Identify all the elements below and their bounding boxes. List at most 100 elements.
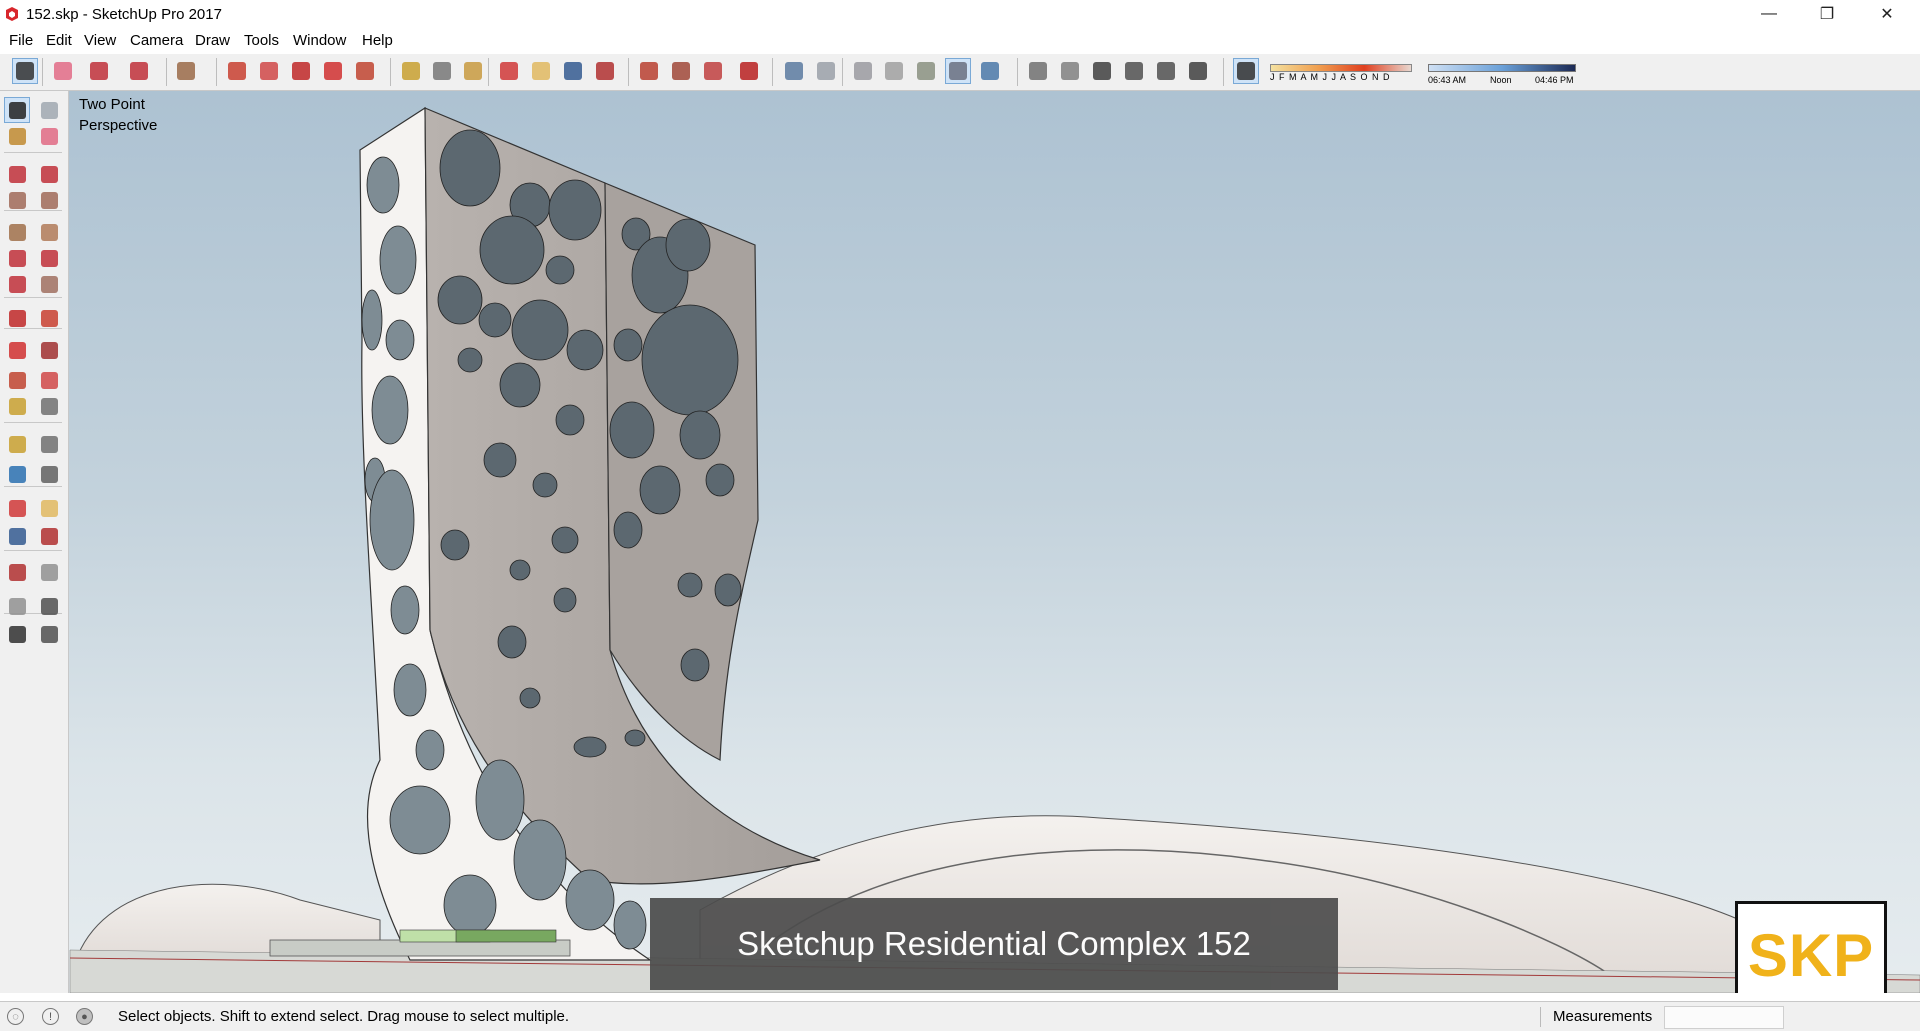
rotate-button[interactable]	[4, 337, 30, 363]
previous-view-button[interactable]	[36, 559, 62, 585]
zoom-window-button[interactable]	[36, 523, 62, 549]
menu-file[interactable]: File	[7, 32, 35, 49]
freehand-button[interactable]	[36, 161, 62, 187]
shaded-style-button[interactable]	[913, 58, 939, 84]
scale-button[interactable]	[4, 367, 30, 393]
arc-tool-button[interactable]	[126, 58, 152, 84]
follow-me-icon	[40, 341, 58, 359]
toolbar-separator	[1223, 58, 1224, 86]
tape-measure-button[interactable]	[4, 393, 30, 419]
zoom-extents-button[interactable]	[592, 58, 618, 84]
extension-warehouse-button[interactable]	[700, 58, 726, 84]
close-button[interactable]: ✕	[1858, 0, 1916, 28]
model-viewport[interactable]: Two Point Perspective Sketchup Residenti…	[69, 91, 1920, 993]
monochrome-style-button[interactable]	[977, 58, 1003, 84]
share-model-button[interactable]	[668, 58, 694, 84]
camera-mode-label: Two Point Perspective	[79, 94, 157, 136]
section-plane-button[interactable]	[36, 621, 62, 647]
iso-view-button[interactable]	[1025, 58, 1051, 84]
toolbar-separator	[1017, 58, 1018, 86]
eraser-button[interactable]	[36, 123, 62, 149]
line-button[interactable]	[4, 161, 30, 187]
backedges-style-button[interactable]	[813, 58, 839, 84]
menu-view[interactable]: View	[82, 32, 118, 49]
left-view-button[interactable]	[1185, 58, 1211, 84]
top-view-button[interactable]	[1057, 58, 1083, 84]
back-view-button[interactable]	[1153, 58, 1179, 84]
move-button[interactable]	[4, 305, 30, 331]
move-tool-button[interactable]	[288, 58, 314, 84]
paint-bucket-button[interactable]	[4, 123, 30, 149]
menu-edit[interactable]: Edit	[44, 32, 74, 49]
offset-button[interactable]	[36, 367, 62, 393]
follow-me-button[interactable]	[36, 337, 62, 363]
two-point-arc-button[interactable]	[36, 245, 62, 271]
menu-draw[interactable]: Draw	[193, 32, 232, 49]
shaded-textures-style-button[interactable]	[945, 58, 971, 84]
ruby-console-button[interactable]	[736, 58, 762, 84]
paint-bucket-button[interactable]	[460, 58, 486, 84]
text-button[interactable]	[36, 431, 62, 457]
rotate-tool-button[interactable]	[320, 58, 346, 84]
zoom-icon	[8, 527, 26, 545]
hidden-line-style-button[interactable]	[881, 58, 907, 84]
tape-measure-button[interactable]	[398, 58, 424, 84]
shadows-toggle-button[interactable]	[1233, 58, 1259, 84]
push-pull-button[interactable]	[36, 305, 62, 331]
menu-help[interactable]: Help	[360, 32, 395, 49]
look-around-button[interactable]	[36, 593, 62, 619]
wireframe-style-button[interactable]	[850, 58, 876, 84]
measurements-input[interactable]	[1664, 1006, 1784, 1029]
circle-button[interactable]	[4, 219, 30, 245]
credits-icon[interactable]: !	[42, 1008, 59, 1025]
xray-style-button[interactable]	[781, 58, 807, 84]
walk-icon	[8, 625, 26, 643]
text-tool-button[interactable]	[429, 58, 455, 84]
menu-camera[interactable]: Camera	[128, 32, 185, 49]
push-pull-tool-button[interactable]	[224, 58, 250, 84]
minimize-button[interactable]: —	[1740, 0, 1798, 28]
menu-tools[interactable]: Tools	[242, 32, 281, 49]
iso-view-icon	[1029, 62, 1047, 80]
position-camera-button[interactable]	[4, 593, 30, 619]
two-point-arc-icon	[40, 249, 58, 267]
select-tool-button[interactable]	[12, 58, 38, 84]
position-camera-icon	[8, 597, 26, 615]
pie-button[interactable]	[36, 271, 62, 297]
make-component-button[interactable]	[36, 97, 62, 123]
zoom-extents-button[interactable]	[4, 559, 30, 585]
menu-window[interactable]: Window	[291, 32, 348, 49]
dimension-button[interactable]	[36, 393, 62, 419]
restore-button[interactable]: ❐	[1798, 0, 1856, 28]
pan-button[interactable]	[36, 495, 62, 521]
pan-tool-button[interactable]	[528, 58, 554, 84]
shadow-time-slider[interactable]	[1428, 64, 1576, 72]
line-tool-button[interactable]	[86, 58, 112, 84]
follow-me-tool-button[interactable]	[256, 58, 282, 84]
zoom-window-icon	[40, 527, 58, 545]
3d-text-button[interactable]	[36, 461, 62, 487]
select-button[interactable]	[4, 97, 30, 123]
zoom-button[interactable]	[4, 523, 30, 549]
front-view-button[interactable]	[1089, 58, 1115, 84]
arc-button[interactable]	[4, 245, 30, 271]
protractor-button[interactable]	[4, 431, 30, 457]
zoom-tool-button[interactable]	[560, 58, 586, 84]
three-point-arc-button[interactable]	[4, 271, 30, 297]
walk-button[interactable]	[4, 621, 30, 647]
warehouse-button[interactable]	[636, 58, 662, 84]
rotated-rectangle-button[interactable]	[36, 187, 62, 213]
user-account-icon[interactable]: ●	[76, 1008, 93, 1025]
right-view-button[interactable]	[1121, 58, 1147, 84]
orbit-tool-button[interactable]	[496, 58, 522, 84]
axes-button[interactable]	[4, 461, 30, 487]
eraser-tool-button[interactable]	[50, 58, 76, 84]
geo-location-icon[interactable]: ◌	[7, 1008, 24, 1025]
rectangle-button[interactable]	[4, 187, 30, 213]
orbit-button[interactable]	[4, 495, 30, 521]
shadow-date-slider[interactable]: J F M A M J J A S O N D	[1270, 60, 1412, 84]
month-bar[interactable]	[1270, 64, 1412, 72]
shape-tool-button[interactable]	[173, 58, 199, 84]
polygon-button[interactable]	[36, 219, 62, 245]
scale-tool-button[interactable]	[352, 58, 378, 84]
